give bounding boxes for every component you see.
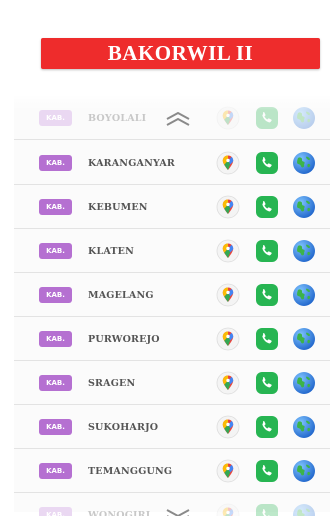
list-item[interactable]: KAB. MAGELANG xyxy=(14,273,330,317)
kab-badge: KAB. xyxy=(39,287,72,303)
phone-icon[interactable] xyxy=(255,195,279,219)
globe-icon[interactable] xyxy=(292,283,316,307)
globe-icon[interactable] xyxy=(292,195,316,219)
list-item[interactable]: KAB. SUKOHARJO xyxy=(14,405,330,449)
list-top-fade xyxy=(14,92,330,110)
list-item[interactable]: KAB. SRAGEN xyxy=(14,361,330,405)
list-item[interactable]: KAB. KARANGANYAR xyxy=(14,141,330,185)
regency-name: SUKOHARJO xyxy=(88,421,159,433)
kab-badge: KAB. xyxy=(39,331,72,347)
globe-icon[interactable] xyxy=(292,327,316,351)
list-item[interactable]: KAB. KEBUMEN xyxy=(14,185,330,229)
regency-name: MAGELANG xyxy=(88,289,154,301)
kab-badge: KAB. xyxy=(39,463,72,479)
map-pin-icon[interactable] xyxy=(216,327,240,351)
scroll-up-icon[interactable] xyxy=(164,110,192,128)
regency-name: KEBUMEN xyxy=(88,201,148,213)
kab-badge: KAB. xyxy=(39,419,72,435)
regency-list[interactable]: KAB. BOYOLALI KAB. KARANGANYAR KAB. KEBUMEN… xyxy=(14,96,330,516)
map-pin-icon[interactable] xyxy=(216,371,240,395)
phone-icon[interactable] xyxy=(255,371,279,395)
globe-icon[interactable] xyxy=(292,239,316,263)
regency-name: SRAGEN xyxy=(88,377,136,389)
regency-name: KARANGANYAR xyxy=(88,157,175,169)
phone-icon[interactable] xyxy=(255,239,279,263)
kab-badge: KAB. xyxy=(39,199,72,215)
regency-name: KLATEN xyxy=(88,245,134,257)
kab-badge: KAB. xyxy=(39,375,72,391)
map-pin-icon[interactable] xyxy=(216,415,240,439)
phone-icon[interactable] xyxy=(255,415,279,439)
globe-icon[interactable] xyxy=(292,415,316,439)
regency-name: PURWOREJO xyxy=(88,333,160,345)
phone-icon[interactable] xyxy=(255,459,279,483)
regency-name: WONOGIRI xyxy=(88,509,151,516)
list-item[interactable]: KAB. TEMANGGUNG xyxy=(14,449,330,493)
regency-name: TEMANGGUNG xyxy=(88,465,173,477)
kab-badge: KAB. xyxy=(39,110,72,126)
map-pin-icon[interactable] xyxy=(216,239,240,263)
map-pin-icon[interactable] xyxy=(216,503,240,516)
kab-badge: KAB. xyxy=(39,243,72,259)
regency-name: BOYOLALI xyxy=(88,112,147,124)
globe-icon[interactable] xyxy=(292,459,316,483)
phone-icon[interactable] xyxy=(255,327,279,351)
globe-icon[interactable] xyxy=(292,503,316,516)
globe-icon[interactable] xyxy=(292,151,316,175)
kab-badge: KAB. xyxy=(39,155,72,171)
list-item[interactable]: KAB. KLATEN xyxy=(14,229,330,273)
map-pin-icon[interactable] xyxy=(216,151,240,175)
region-banner: BAKORWIL II xyxy=(41,38,320,69)
list-item[interactable]: KAB. PURWOREJO xyxy=(14,317,330,361)
map-pin-icon[interactable] xyxy=(216,283,240,307)
phone-icon[interactable] xyxy=(255,151,279,175)
phone-icon[interactable] xyxy=(255,503,279,516)
globe-icon[interactable] xyxy=(292,371,316,395)
map-pin-icon[interactable] xyxy=(216,459,240,483)
phone-icon[interactable] xyxy=(255,283,279,307)
kab-badge: KAB. xyxy=(39,507,72,516)
list-item[interactable]: KAB. WONOGIRI xyxy=(14,493,330,516)
scroll-down-icon[interactable] xyxy=(164,507,192,516)
banner-title: BAKORWIL II xyxy=(107,41,254,65)
map-pin-icon[interactable] xyxy=(216,195,240,219)
